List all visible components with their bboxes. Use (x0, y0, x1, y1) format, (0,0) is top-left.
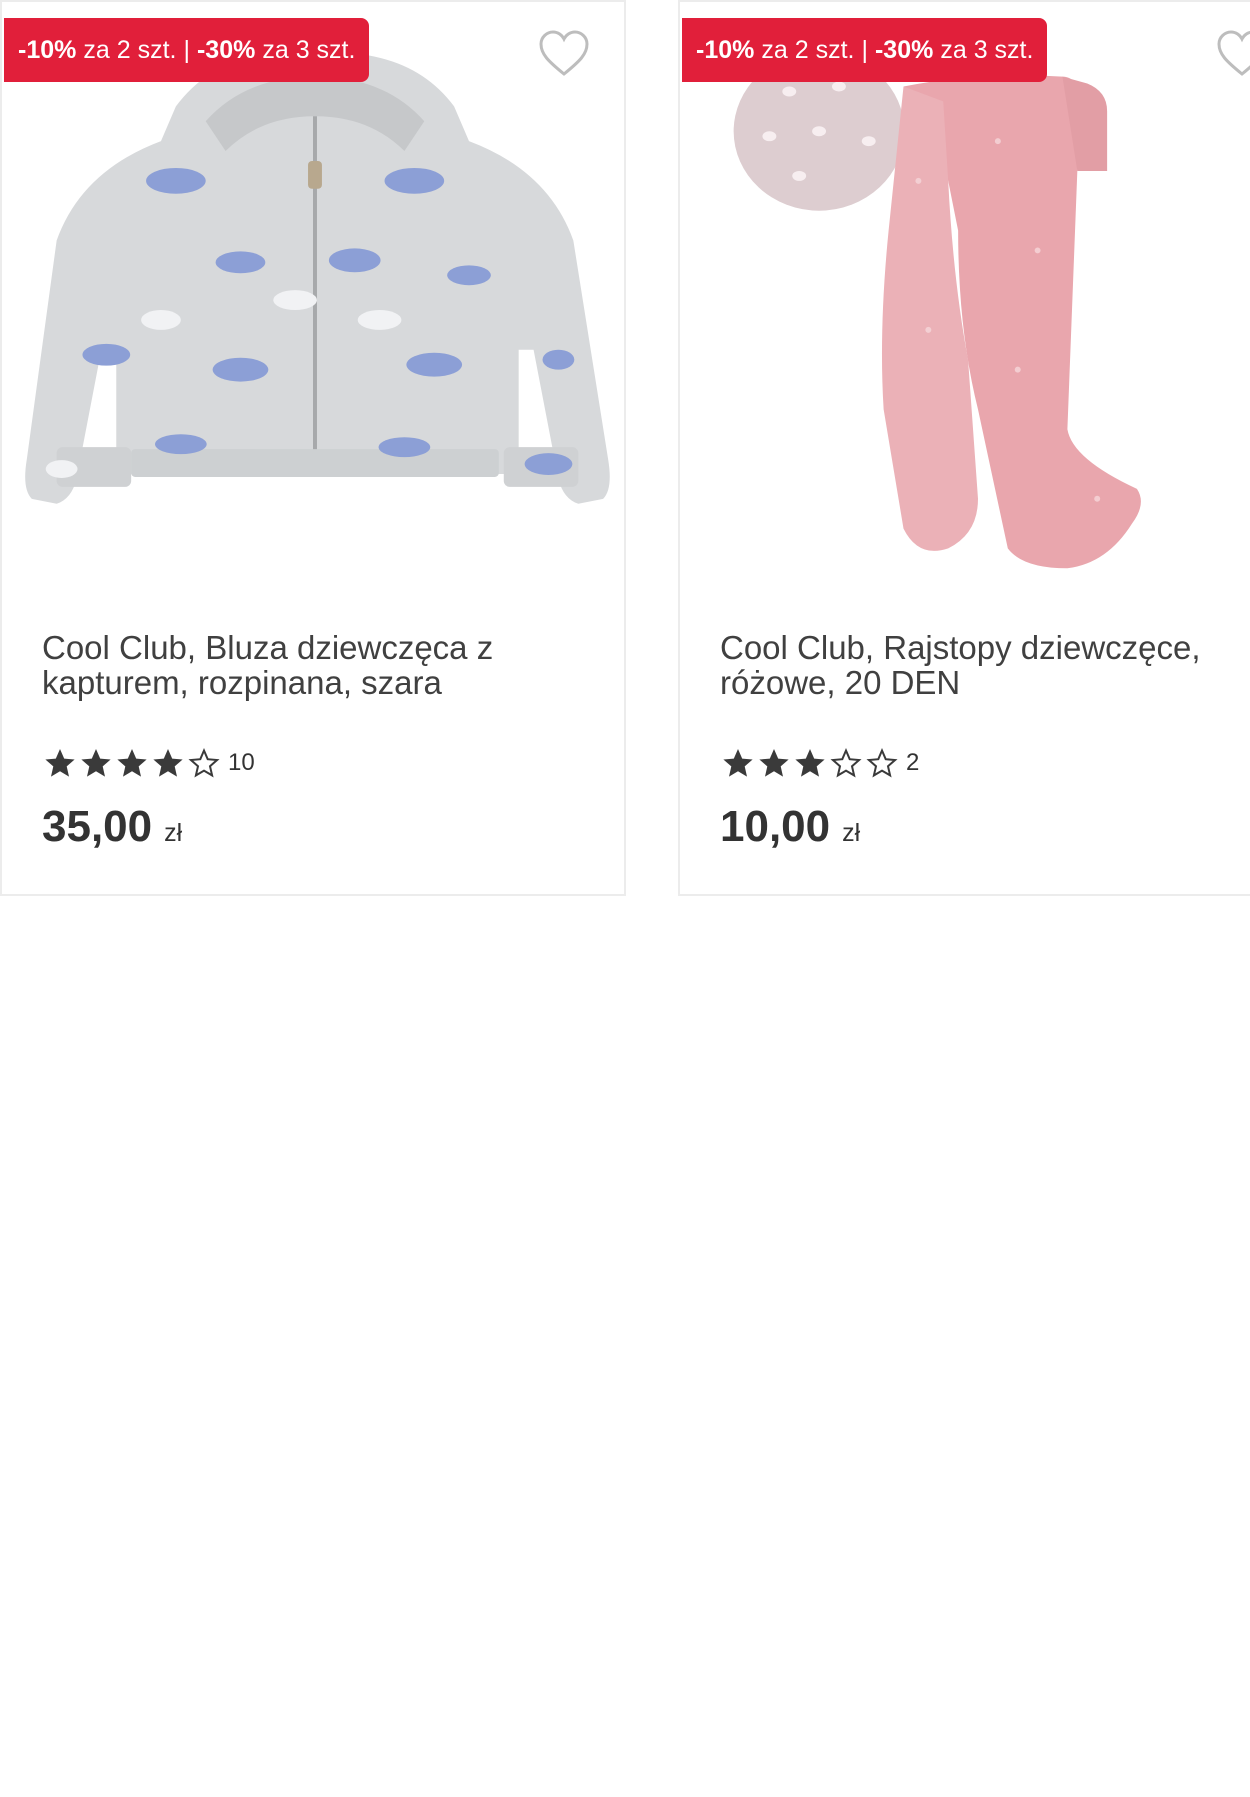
price-amount: 35,00 (42, 802, 153, 851)
discount-30-text: za 3 szt. (940, 35, 1034, 64)
price-amount: 10,00 (720, 802, 831, 851)
product-card[interactable]: -10% za 2 szt. | -30% za 3 szt. Cool Clu… (0, 0, 626, 896)
discount-badge: -10% za 2 szt. | -30% za 3 szt. (682, 18, 1048, 82)
hoodie-image[interactable] (2, 30, 624, 600)
star-filled-icon (81, 749, 111, 777)
discount-30: -30% (196, 35, 256, 64)
star-filled-icon (723, 749, 753, 777)
heart-icon[interactable] (538, 30, 590, 78)
discount-separator: | (183, 35, 190, 64)
discount-30-text: za 3 szt. (262, 35, 356, 64)
product-price: 10,00 zł (720, 802, 860, 852)
product-name[interactable]: Cool Club, Rajstopy dziewczęce, różowe, … (720, 630, 1240, 700)
product-price: 35,00 zł (42, 802, 182, 852)
product-rating: 10 (42, 747, 255, 779)
star-empty-icon (830, 747, 862, 778)
star-filled-icon (45, 749, 75, 777)
discount-10-text: za 2 szt. (83, 35, 177, 64)
heart-icon[interactable] (1216, 30, 1250, 78)
discount-10-text: za 2 szt. (761, 35, 855, 64)
review-count: 10 (228, 749, 255, 776)
star-empty-icon (188, 747, 220, 778)
price-currency: zł (842, 819, 861, 847)
product-name[interactable]: Cool Club, Bluza dziewczęca z kapturem, … (42, 630, 562, 700)
product-card[interactable]: -10% za 2 szt. | -30% za 3 szt. Cool Clu… (678, 0, 1250, 896)
discount-10: -10% (18, 35, 77, 64)
price-currency: zł (164, 819, 183, 847)
tights-image[interactable] (680, 30, 1250, 600)
star-filled-icon (117, 749, 147, 777)
product-rating: 2 (720, 747, 919, 779)
star-filled-icon (795, 749, 825, 777)
discount-10: -10% (696, 35, 755, 64)
discount-separator: | (861, 35, 868, 64)
star-filled-icon (759, 749, 789, 777)
discount-30: -30% (874, 35, 934, 64)
star-filled-icon (153, 749, 183, 777)
discount-badge: -10% za 2 szt. | -30% za 3 szt. (4, 18, 370, 82)
star-empty-icon (866, 747, 898, 778)
review-count: 2 (906, 749, 920, 776)
